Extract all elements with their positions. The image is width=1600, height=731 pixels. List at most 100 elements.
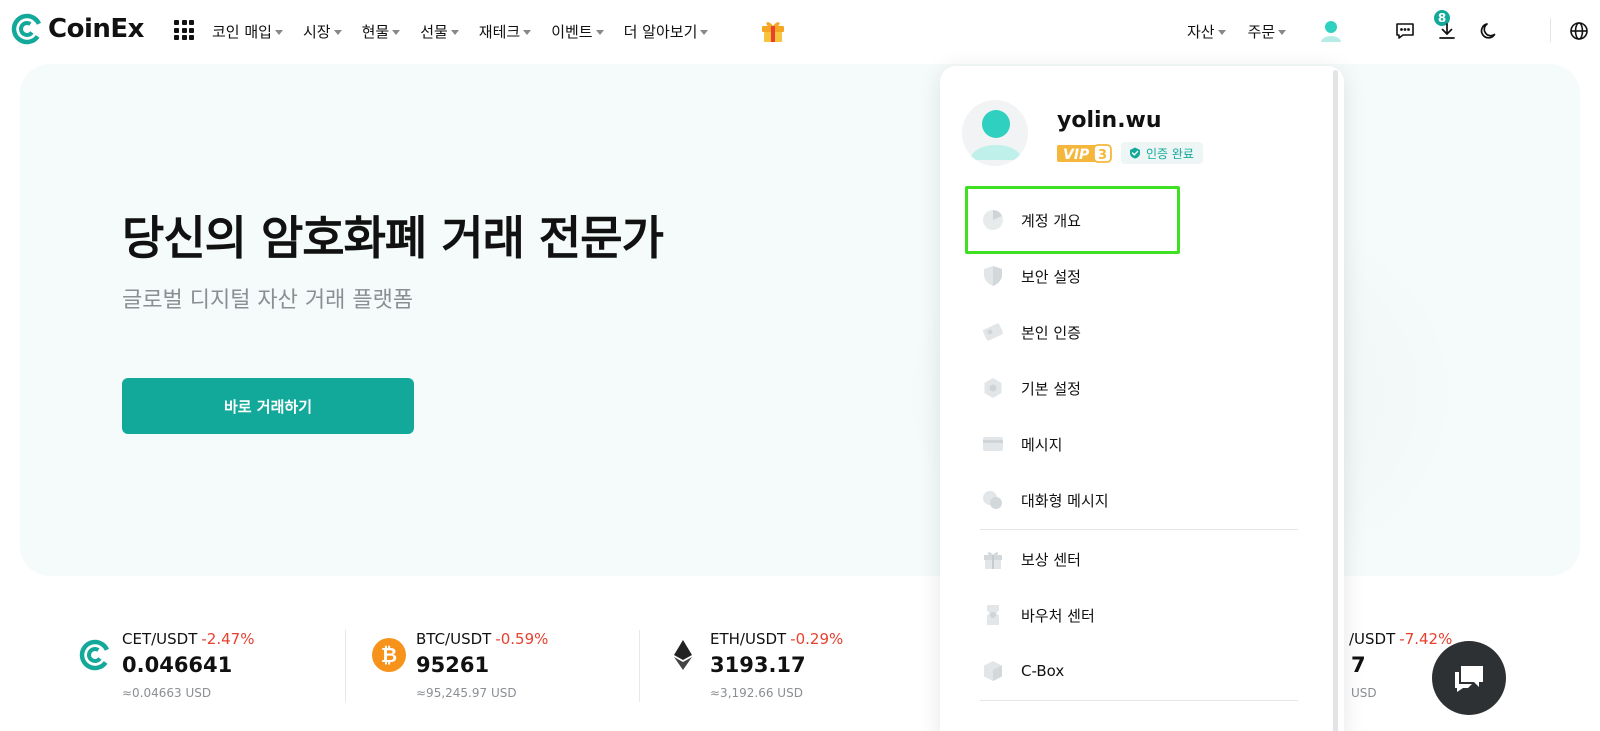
ticker-pair: CET/USDT -2.47% (122, 630, 254, 648)
ticker-divider (639, 630, 640, 702)
menu-item-interactive-messages[interactable]: 대화형 메시지 (980, 477, 1310, 523)
ticker-item-eth[interactable]: ETH/USDT -0.29% 3193.17 ≈3,192.66 USD (666, 630, 946, 710)
menu-label: 보상 센터 (1021, 550, 1081, 569)
globe-icon[interactable] (1566, 18, 1592, 44)
menu-label: 계정 개요 (1021, 211, 1081, 230)
nav-item-buy-crypto[interactable]: 코인 매입 (212, 21, 283, 42)
menu-item-rewards-center[interactable]: 보상 센터 (980, 536, 1310, 582)
menu-divider (980, 529, 1298, 530)
nav-label: 주문 (1247, 22, 1276, 41)
chevron-down-icon (392, 29, 401, 35)
nav-label: 현물 (361, 22, 390, 41)
envelope-icon (980, 431, 1006, 457)
support-chat-icon (1455, 666, 1483, 692)
price-change: -0.29% (790, 630, 844, 648)
ticker-item-cet[interactable]: CET/USDT -2.47% 0.046641 ≈0.04663 USD (78, 630, 358, 710)
menu-item-voucher-center[interactable]: 바우처 센터 (980, 592, 1310, 638)
menu-label: 대화형 메시지 (1021, 491, 1109, 510)
chevron-down-icon (523, 29, 532, 35)
nav-label: 자산 (1187, 22, 1215, 41)
voucher-icon (980, 602, 1006, 628)
cet-icon (79, 639, 111, 671)
chat-bubbles-icon (980, 487, 1006, 513)
main-nav: 코인 매입 시장 현물 선물 재테크 이벤트 더 알아보기 (212, 0, 728, 62)
pie-chart-icon (980, 207, 1006, 233)
ticker-pair: /USDT -7.42% (1349, 630, 1452, 648)
nav-item-more[interactable]: 더 알아보기 (624, 21, 709, 42)
hero-banner: 당신의 암호화폐 거래 전문가 글로벌 디지털 자산 거래 플랫폼 바로 거래하… (20, 64, 1580, 576)
download-icon[interactable] (1434, 18, 1460, 44)
ticker-price: 7 (1351, 653, 1366, 677)
nav-item-orders[interactable]: 주문 (1248, 21, 1287, 42)
menu-label: 보안 설정 (1021, 267, 1081, 286)
ticker-usd: ≈3,192.66 USD (710, 686, 803, 700)
box-icon (980, 658, 1006, 684)
menu-label: C-Box (1021, 662, 1065, 680)
account-dropdown: yolin.wu VIP 3 인증 완료 계정 개요 보안 설정 본인 인증 기… (940, 66, 1344, 731)
price-change: -7.42% (1399, 630, 1453, 648)
dropdown-scrollbar[interactable] (1333, 70, 1338, 731)
logo-text: CoinEx (48, 14, 144, 44)
support-chat-button[interactable] (1432, 641, 1506, 715)
user-avatar (962, 100, 1028, 166)
menu-item-identity-verification[interactable]: 본인 인증 (980, 309, 1310, 355)
vip-badge-icon: VIP 3 (1057, 144, 1112, 163)
menu-item-messages[interactable]: 메시지 (980, 421, 1310, 467)
menu-label: 바우처 센터 (1021, 606, 1095, 625)
moon-icon[interactable] (1476, 18, 1502, 44)
nav-label: 이벤트 (551, 22, 593, 41)
gift-box-icon (980, 546, 1006, 572)
menu-item-preferences[interactable]: 기본 설정 (980, 365, 1310, 411)
nav-label: 코인 매입 (212, 22, 272, 41)
trade-now-button[interactable]: 바로 거래하기 (122, 378, 414, 434)
btc-icon: ₿ (372, 638, 406, 672)
pair-name: BTC/USDT (416, 630, 492, 648)
verified-badge: 인증 완료 (1121, 142, 1203, 164)
ticker-item-btc[interactable]: ₿ BTC/USDT -0.59% 95261 ≈95,245.97 USD (372, 630, 652, 710)
ticker-usd: USD (1351, 686, 1377, 700)
menu-item-security-settings[interactable]: 보안 설정 (980, 253, 1310, 299)
chevron-down-icon (1217, 29, 1226, 35)
menu-label: 메시지 (1021, 435, 1063, 454)
right-nav: 자산 주문 (1187, 0, 1287, 62)
ticker-price: 0.046641 (122, 653, 233, 677)
nav-label: 시장 (302, 22, 331, 41)
ticker-price: 95261 (416, 653, 490, 677)
menu-item-c-box[interactable]: C-Box (980, 648, 1310, 694)
coinex-logo[interactable]: CoinEx (10, 12, 144, 46)
nav-item-futures[interactable]: 선물 (420, 21, 459, 42)
eth-icon (674, 640, 692, 670)
username: yolin.wu (1057, 108, 1162, 133)
svg-text:₿: ₿ (381, 643, 397, 667)
market-ticker: CET/USDT -2.47% 0.046641 ≈0.04663 USD ₿ B… (0, 620, 1600, 731)
nav-item-assets[interactable]: 자산 (1187, 21, 1226, 42)
menu-item-account-overview[interactable]: 계정 개요 (980, 197, 1310, 243)
ticker-usd: ≈95,245.97 USD (416, 686, 517, 700)
chat-icon[interactable] (1392, 18, 1418, 44)
top-navbar: CoinEx 코인 매입 시장 현물 선물 재테크 이벤트 더 알아보기 자산 … (0, 0, 1600, 62)
menu-label: 기본 설정 (1021, 379, 1081, 398)
nav-item-spot[interactable]: 현물 (362, 21, 401, 42)
gift-icon[interactable] (760, 17, 786, 43)
nav-item-finance[interactable]: 재테크 (478, 21, 532, 42)
svg-text:3: 3 (1098, 148, 1107, 163)
apps-grid-icon[interactable] (174, 20, 194, 40)
hero-subtitle: 글로벌 디지털 자산 거래 플랫폼 (122, 288, 414, 313)
nav-item-events[interactable]: 이벤트 (551, 21, 604, 42)
ticker-divider (345, 630, 346, 702)
nav-label: 재테크 (478, 22, 521, 41)
nav-item-markets[interactable]: 시장 (303, 21, 342, 42)
chevron-down-icon (595, 29, 604, 35)
chevron-down-icon (1278, 29, 1287, 35)
nav-label: 선물 (420, 22, 448, 41)
pair-name: /USDT (1349, 630, 1396, 648)
ticker-pair: ETH/USDT -0.29% (710, 630, 843, 648)
shield-icon (980, 263, 1006, 289)
verified-check-icon (1130, 147, 1140, 159)
avatar-icon[interactable] (1318, 18, 1344, 44)
ticker-price: 3193.17 (710, 653, 806, 677)
pair-name: ETH/USDT (710, 630, 787, 648)
gear-icon (980, 375, 1006, 401)
id-card-icon (980, 319, 1006, 345)
chevron-down-icon (450, 29, 459, 35)
